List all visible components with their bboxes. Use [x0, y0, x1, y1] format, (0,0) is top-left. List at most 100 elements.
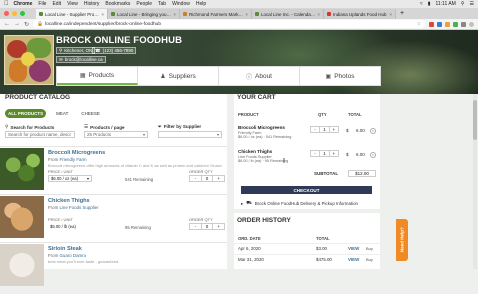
tab-suppliers[interactable]: ♟ Suppliers: [138, 67, 219, 85]
product-image[interactable]: [0, 244, 44, 286]
from-label: From: [48, 253, 59, 258]
minimize-window-icon[interactable]: [12, 11, 17, 16]
supplier-link[interactable]: Line Foods Supplier: [59, 205, 98, 210]
product-supplier: From Line Foods Supplier: [48, 205, 99, 210]
product-name[interactable]: Sirloin Steak: [48, 246, 82, 252]
menu-bookmarks[interactable]: Bookmarks: [105, 1, 130, 7]
forward-icon[interactable]: →: [14, 21, 20, 27]
filter-all-products[interactable]: ALL PRODUCTS: [5, 109, 47, 118]
product-image[interactable]: [0, 148, 44, 190]
quantity-stepper[interactable]: - 0 +: [189, 175, 225, 182]
browser-tab[interactable]: Local Line - Supplier Profile ×: [36, 9, 108, 19]
increment-button[interactable]: +: [212, 224, 224, 229]
favicon-icon: [111, 12, 115, 16]
buy-again-button[interactable]: Buy: [366, 246, 373, 251]
quantity-value[interactable]: 0: [200, 224, 213, 229]
menu-window[interactable]: Window: [172, 1, 190, 7]
apple-icon[interactable]: : [4, 1, 9, 7]
battery-icon[interactable]: ▮: [428, 1, 431, 7]
increment-button[interactable]: +: [212, 176, 224, 181]
close-tab-icon[interactable]: ×: [317, 12, 320, 17]
browser-toolbar: ← → ↻ 🔒 localline.ca/independent/supplie…: [0, 19, 478, 30]
remove-item-icon[interactable]: ×: [370, 152, 376, 158]
new-tab-button[interactable]: +: [396, 9, 408, 19]
product-name[interactable]: Chicken Thighs: [48, 198, 90, 204]
maximize-window-icon[interactable]: [20, 11, 25, 16]
decrement-button[interactable]: -: [190, 224, 201, 229]
filter-cheese[interactable]: CHEESE: [78, 109, 103, 118]
tab-photos[interactable]: ▣ Photos: [300, 67, 380, 85]
table-row: Mar 31, 2020 $475.00 VIEW Buy: [234, 254, 380, 264]
grid-icon: ▦: [79, 72, 86, 79]
supplier-link[interactable]: Friendly Farm: [59, 157, 86, 162]
tab-about[interactable]: ⓘ About: [219, 67, 300, 85]
table-row: Apr 6, 2020 $3.00 VIEW Buy: [234, 243, 380, 253]
quantity-value[interactable]: 0: [200, 176, 213, 181]
product-name[interactable]: Broccoli Microgreens: [48, 150, 105, 156]
per-page-select[interactable]: 25 Products ▾: [84, 131, 148, 138]
browser-tab[interactable]: Indiana Uplands Food Hub ×: [324, 9, 396, 19]
menu-help[interactable]: Help: [196, 1, 206, 7]
back-icon[interactable]: ←: [4, 21, 10, 27]
wifi-icon[interactable]: ≈: [420, 1, 423, 7]
quantity-value[interactable]: 1: [319, 127, 328, 132]
checkout-button[interactable]: CHECKOUT: [241, 186, 372, 194]
page-scrollbar[interactable]: [473, 94, 477, 269]
menu-list-icon[interactable]: ☰: [470, 1, 474, 7]
profile-avatar[interactable]: [469, 21, 474, 27]
need-help-button[interactable]: Need Help?: [396, 219, 408, 261]
supplier-link[interactable]: Guaro Damro: [59, 253, 86, 258]
tab-products[interactable]: ▦ Products: [57, 67, 138, 85]
menu-chrome[interactable]: Chrome: [14, 1, 33, 7]
extension-icon[interactable]: [429, 21, 434, 27]
filter-meat[interactable]: MEAT: [53, 109, 71, 118]
browser-tab[interactable]: Local Line Inc. - Calendar - W ×: [252, 9, 324, 19]
price-select[interactable]: $6.00 / oz (ea) ▾: [48, 175, 92, 182]
product-card: Chicken Thighs From Line Foods Supplier …: [0, 194, 227, 246]
menu-file[interactable]: File: [38, 1, 46, 7]
browser-tab[interactable]: Local Line - Bringing you the b ×: [108, 9, 180, 19]
extension-icon[interactable]: [437, 21, 442, 27]
extension-icon[interactable]: [453, 21, 458, 27]
browser-tab[interactable]: Richmond Farmers Market Lo ×: [180, 9, 252, 19]
menu-edit[interactable]: Edit: [52, 1, 61, 7]
close-tab-icon[interactable]: ×: [389, 12, 392, 17]
search-icon[interactable]: ⚲: [461, 1, 465, 7]
decrement-button[interactable]: -: [190, 176, 201, 181]
search-input[interactable]: Search for product name, descr: [5, 131, 75, 138]
decrement-button[interactable]: -: [311, 151, 319, 156]
clock[interactable]: 11:11 AM: [435, 1, 455, 7]
menu-tab[interactable]: Tab: [158, 1, 166, 7]
extension-icon[interactable]: [461, 21, 466, 27]
address-bar[interactable]: 🔒 localline.ca/independent/supplier/broc…: [33, 20, 425, 28]
menu-history[interactable]: History: [84, 1, 100, 7]
remove-item-icon[interactable]: ×: [370, 128, 376, 134]
view-order-link[interactable]: VIEW: [348, 246, 359, 251]
quantity-value[interactable]: 1: [319, 151, 328, 156]
scrollbar-thumb[interactable]: [473, 100, 477, 140]
extension-icon[interactable]: [445, 21, 450, 27]
close-tab-icon[interactable]: ×: [245, 12, 248, 17]
quantity-stepper[interactable]: - 0 +: [189, 223, 225, 230]
increment-button[interactable]: +: [328, 151, 338, 156]
close-tab-icon[interactable]: ×: [173, 12, 176, 17]
star-icon[interactable]: ☆: [417, 22, 421, 27]
cart-header-qty: QTY: [318, 112, 327, 117]
decrement-button[interactable]: -: [311, 127, 319, 132]
increment-button[interactable]: +: [328, 127, 338, 132]
cart-quantity-stepper[interactable]: - 1 +: [310, 126, 339, 133]
view-order-link[interactable]: VIEW: [348, 257, 359, 262]
delivery-info-toggle[interactable]: ▸ ⛟ Brock Online FoodHub Delivery & Pick…: [241, 200, 358, 207]
tab-label: Suppliers: [168, 72, 196, 80]
email-badge[interactable]: ✉ brock@localline.ca: [56, 56, 106, 63]
cart-quantity-stepper[interactable]: - 1 +: [310, 150, 339, 157]
buy-again-button[interactable]: Buy: [366, 257, 373, 262]
phone-badge[interactable]: ☎ (123) 456-7890: [92, 47, 137, 54]
close-tab-icon[interactable]: ×: [101, 12, 104, 17]
close-window-icon[interactable]: [4, 11, 9, 16]
menu-view[interactable]: View: [67, 1, 78, 7]
supplier-select[interactable]: ▾: [158, 131, 222, 138]
reload-icon[interactable]: ↻: [24, 21, 29, 28]
product-image[interactable]: [0, 196, 44, 238]
menu-people[interactable]: People: [136, 1, 152, 7]
